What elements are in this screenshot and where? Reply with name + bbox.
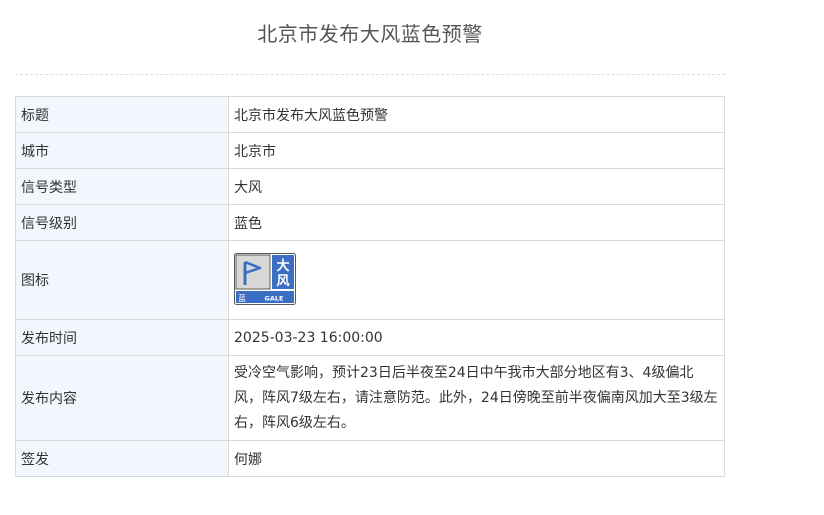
icon-char-bottom: 风	[276, 274, 289, 289]
table-row-icon: 图标 大 风 蓝 GALE	[15, 240, 725, 320]
table-row-issuer: 签发 何娜	[15, 440, 725, 477]
table-row-city: 城市 北京市	[15, 132, 725, 169]
value-content: 受冷空气影响，预计23日后半夜至24日中午我市大部分地区有3、4级偏北风，阵风7…	[228, 355, 725, 441]
label-signal-type: 信号类型	[15, 168, 229, 205]
value-publish-time: 2025-03-23 16:00:00	[228, 319, 725, 356]
label-issuer: 签发	[15, 440, 229, 477]
value-title: 北京市发布大风蓝色预警	[228, 96, 725, 133]
label-content: 发布内容	[15, 355, 229, 441]
page-title: 北京市发布大风蓝色预警	[257, 22, 483, 46]
table-row-publish-time: 发布时间 2025-03-23 16:00:00	[15, 319, 725, 356]
label-icon: 图标	[15, 240, 229, 320]
value-signal-type: 大风	[228, 168, 725, 205]
content-text: 受冷空气影响，预计23日后半夜至24日中午我市大部分地区有3、4级偏北风，阵风7…	[234, 364, 718, 431]
label-signal-level: 信号级别	[15, 204, 229, 241]
icon-english-label: GALE	[265, 295, 284, 303]
icon-char-top: 大	[276, 258, 289, 274]
table-row-signal-level: 信号级别 蓝色	[15, 204, 725, 241]
gale-blue-warning-icon: 大 风 蓝 GALE	[234, 253, 296, 305]
value-city: 北京市	[228, 132, 725, 169]
title-divider	[15, 74, 725, 75]
table-row-signal-type: 信号类型 大风	[15, 168, 725, 205]
warning-info-table: 标题 北京市发布大风蓝色预警 城市 北京市 信号类型 大风 信号级别 蓝色 图标	[15, 96, 725, 477]
value-issuer: 何娜	[228, 440, 725, 477]
table-row-title: 标题 北京市发布大风蓝色预警	[15, 96, 725, 133]
table-row-content: 发布内容 受冷空气影响，预计23日后半夜至24日中午我市大部分地区有3、4级偏北…	[15, 355, 725, 441]
value-signal-level: 蓝色	[228, 204, 725, 241]
value-icon: 大 风 蓝 GALE	[228, 240, 725, 320]
label-city: 城市	[15, 132, 229, 169]
label-title: 标题	[15, 96, 229, 133]
label-publish-time: 发布时间	[15, 319, 229, 356]
icon-level-char: 蓝	[238, 293, 246, 303]
